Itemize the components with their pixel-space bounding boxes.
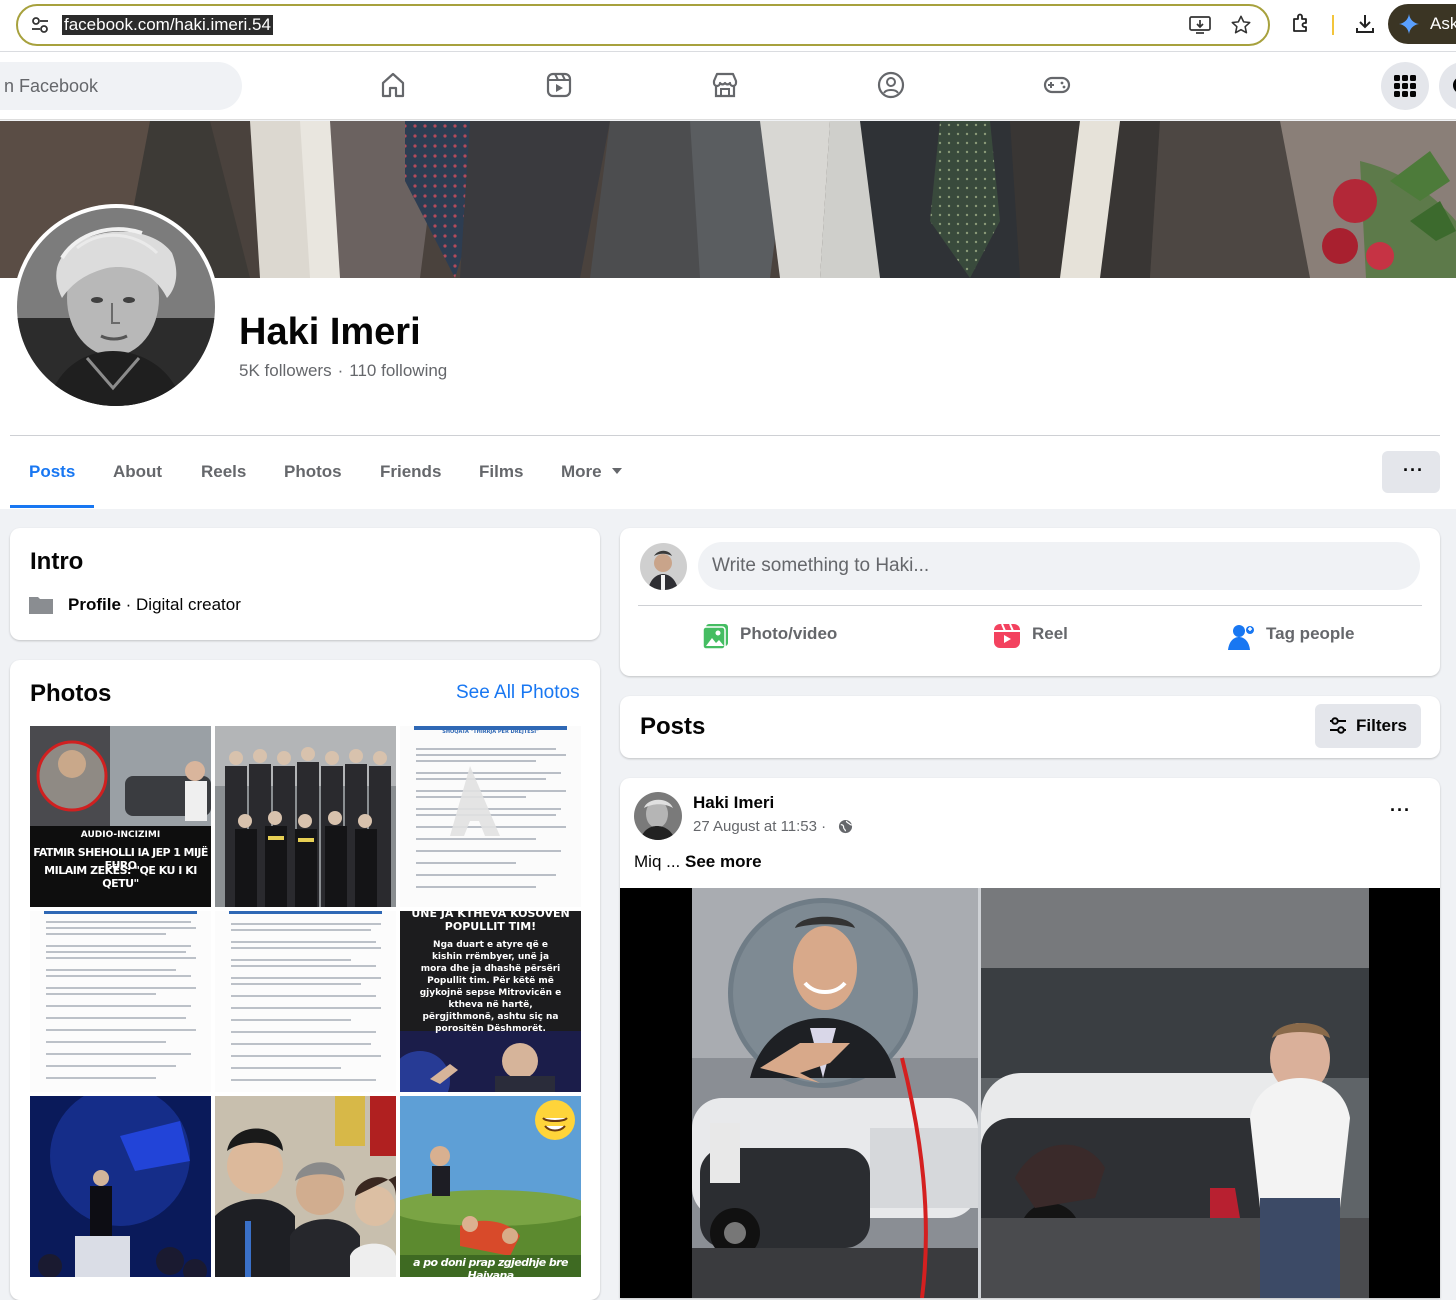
post-options-button[interactable]: ··· (1390, 800, 1411, 821)
intro-title: Intro (30, 548, 84, 575)
tab-photos[interactable]: Photos (284, 462, 342, 482)
tab-more-label: More (561, 462, 602, 481)
photo-thumb-8[interactable] (215, 1096, 396, 1277)
photo-thumb-5[interactable] (215, 911, 396, 1092)
extensions-icon[interactable] (1289, 12, 1313, 36)
posts-title: Posts (640, 713, 706, 740)
photos-title: Photos (30, 680, 112, 707)
post-author-name[interactable]: Haki Imeri (693, 793, 774, 813)
following-link[interactable]: 110 following (349, 361, 447, 380)
composer-divider (638, 605, 1422, 606)
cover-photo[interactable] (0, 121, 1456, 278)
facebook-top-nav: n Facebook (0, 52, 1456, 120)
photo-6-heading: UNË JA KTHEVA KOSOVËN POPULLIT TIM! (411, 911, 570, 933)
followers-link[interactable]: 5K followers (239, 361, 332, 380)
see-more-link[interactable]: See more (685, 852, 762, 871)
chevron-down-icon (611, 468, 622, 474)
groups-icon[interactable] (877, 71, 905, 99)
posts-header: Posts Filters (620, 696, 1440, 758)
photo-thumb-1[interactable]: AUDIO-INCIZIMI FATMIR SHEHOLLI IA JEP 1 … (30, 726, 211, 907)
stats-separator: · (337, 361, 344, 380)
search-facebook-input[interactable]: n Facebook (0, 62, 242, 110)
briefcase-icon (29, 597, 53, 614)
tab-divider (10, 435, 1440, 436)
tab-reels[interactable]: Reels (201, 462, 246, 482)
messenger-button[interactable] (1439, 62, 1456, 110)
more-dots-icon: ··· (1403, 460, 1424, 480)
composer-input[interactable]: Write something to Haki... (698, 542, 1420, 590)
photo-3-heading: SHOQATA "THIRRJA PËR DREJTËSI" (442, 729, 539, 735)
active-tab-indicator (10, 505, 94, 508)
post-timestamp[interactable]: 27 August at 11:53 · (693, 818, 826, 835)
current-user-avatar[interactable] (640, 543, 687, 590)
browser-toolbar: facebook.com/haki.imeri.54 Ask (0, 0, 1456, 52)
tab-more[interactable]: More (561, 462, 622, 482)
post-text-prefix: Miq ... (634, 852, 686, 871)
bookmark-star-icon[interactable] (1230, 14, 1252, 36)
filters-icon (1330, 717, 1346, 734)
menu-grid-icon (1394, 75, 1416, 97)
photo-thumb-4[interactable] (30, 911, 211, 1092)
messenger-icon (1453, 78, 1456, 92)
see-all-photos-link[interactable]: See All Photos (456, 682, 580, 704)
photo-thumb-2[interactable] (215, 726, 396, 907)
post-card: Haki Imeri 27 August at 11:53 · ··· Miq … (620, 778, 1440, 1298)
filters-label: Filters (1356, 716, 1408, 735)
tag-people-label: Tag people (1266, 624, 1355, 643)
photo-thumb-9[interactable]: a po doni prap zgjedhje bre Hajvana (400, 1096, 581, 1277)
photo-video-label: Photo/video (740, 624, 838, 643)
globe-icon (838, 819, 853, 834)
tab-films[interactable]: Films (479, 462, 523, 482)
download-icon[interactable] (1353, 12, 1377, 36)
profile-avatar[interactable] (13, 204, 219, 410)
profile-more-button[interactable]: ··· (1382, 451, 1440, 493)
photo-1-caption-3: MILAIM ZEKËS: "QE KU I KI QETU" (44, 864, 197, 890)
video-icon[interactable] (545, 71, 573, 99)
gaming-icon[interactable] (1043, 71, 1071, 99)
reel-label: Reel (1032, 624, 1068, 643)
photo-video-icon (702, 624, 728, 650)
photos-card: Photos See All Photos AUDIO-INCIZIMI FAT… (10, 660, 600, 1300)
ask-gemini-button[interactable]: Ask (1388, 4, 1456, 44)
profile-photo (17, 208, 215, 406)
profile-name: Haki Imeri (239, 311, 421, 353)
intro-card: Intro Profile · Digital creator (10, 528, 600, 640)
photo-9-caption: a po doni prap zgjedhje bre Hajvana (413, 1256, 568, 1277)
follow-stats: 5K followers · 110 following (239, 361, 447, 381)
site-settings-icon[interactable] (30, 15, 50, 35)
reel-icon (994, 623, 1020, 648)
tab-posts[interactable]: Posts (29, 462, 75, 482)
post-text: Miq ... See more (634, 852, 762, 872)
intro-category-bold: Profile (68, 595, 121, 614)
tag-people-icon (1228, 625, 1254, 650)
photo-thumb-7[interactable] (30, 1096, 211, 1277)
intro-category: Profile · Digital creator (68, 595, 241, 615)
filters-button[interactable]: Filters (1315, 704, 1421, 748)
photo-thumb-3[interactable]: SHOQATA "THIRRJA PËR DREJTËSI" (400, 726, 581, 907)
address-bar[interactable]: facebook.com/haki.imeri.54 (16, 4, 1270, 46)
post-author-avatar[interactable] (634, 792, 682, 840)
photo-1-caption-1: AUDIO-INCIZIMI (80, 830, 161, 840)
install-app-icon[interactable] (1189, 15, 1211, 35)
ask-label: Ask (1430, 14, 1456, 33)
post-image[interactable] (620, 888, 1440, 1298)
search-placeholder: n Facebook (4, 76, 99, 96)
photo-6-body: Nga duart e atyre që e kishin rrëmbyer, … (419, 940, 562, 1034)
marketplace-icon[interactable] (711, 71, 739, 99)
photo-thumb-6[interactable]: UNË JA KTHEVA KOSOVËN POPULLIT TIM! Nga … (400, 911, 581, 1092)
tab-about[interactable]: About (113, 462, 162, 482)
menu-button[interactable] (1381, 62, 1429, 110)
tab-friends[interactable]: Friends (380, 462, 441, 482)
intro-category-rest: · Digital creator (120, 595, 241, 614)
toolbar-separator (1332, 15, 1334, 35)
post-composer: Write something to Haki... Photo/video R… (620, 528, 1440, 676)
composer-placeholder: Write something to Haki... (712, 555, 930, 576)
home-icon[interactable] (379, 71, 407, 99)
url-text[interactable]: facebook.com/haki.imeri.54 (62, 15, 273, 35)
gemini-spark-icon (1399, 14, 1419, 34)
